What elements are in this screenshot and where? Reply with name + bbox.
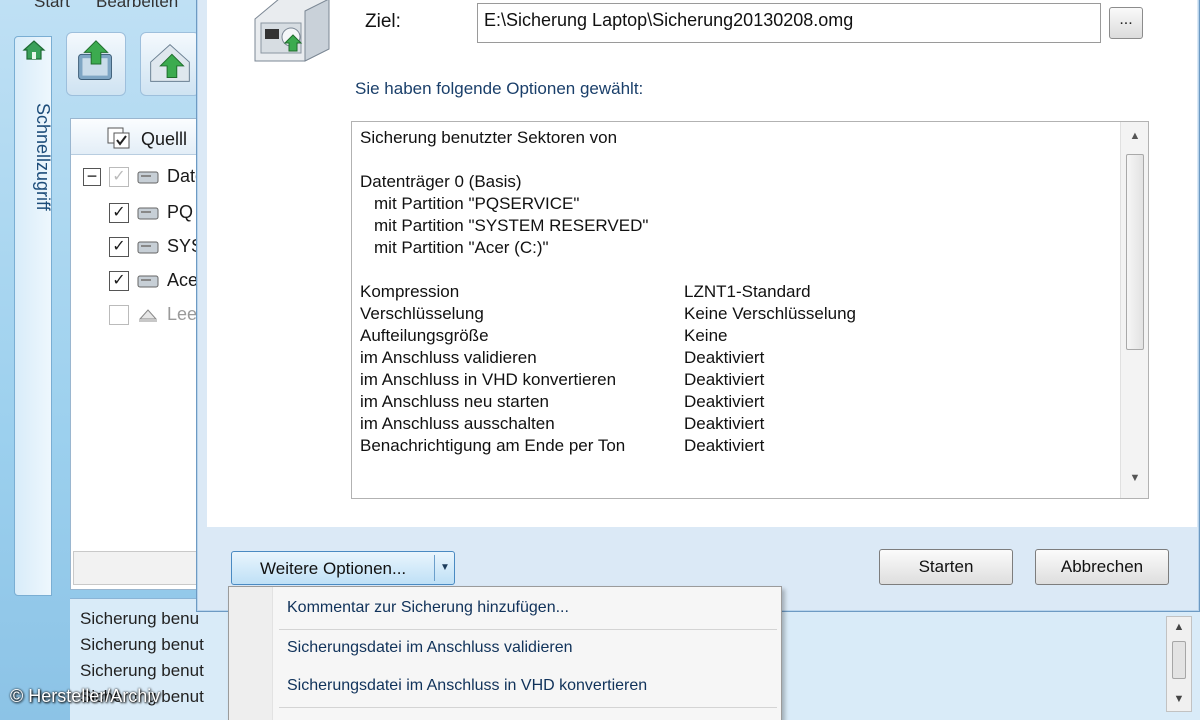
tree-row[interactable]: ✓ Ace bbox=[71, 267, 203, 297]
menu-separator bbox=[279, 707, 777, 708]
disk-icon bbox=[137, 171, 159, 184]
option-value: Deaktiviert bbox=[684, 348, 765, 367]
scrollbar-thumb[interactable] bbox=[1172, 641, 1186, 679]
summary-partition: mit Partition "SYSTEM RESERVED" bbox=[374, 216, 649, 235]
scroll-down-icon[interactable]: ▼ bbox=[1167, 693, 1191, 705]
option-key: Kompression bbox=[360, 282, 460, 301]
source-panel: Quelll − ✓ Date ✓ PQ ✓ SYS ✓ Ace Lee bbox=[70, 118, 205, 590]
cancel-button[interactable]: Abbrechen bbox=[1035, 549, 1169, 585]
scroll-up-icon[interactable]: ▲ bbox=[1167, 621, 1191, 633]
restore-button[interactable] bbox=[140, 32, 200, 96]
split-divider bbox=[434, 555, 435, 581]
status-line: Sicherung benu bbox=[80, 609, 200, 628]
summary-partition: mit Partition "Acer (C:)" bbox=[374, 238, 549, 257]
scroll-up-icon[interactable]: ▲ bbox=[1121, 130, 1149, 142]
tree-row[interactable]: − ✓ Date bbox=[71, 163, 205, 193]
option-value: Deaktiviert bbox=[684, 392, 765, 411]
tree-item-label: PQ bbox=[167, 202, 194, 222]
backup-drive-icon bbox=[254, 0, 330, 62]
menu-item-convert-vhd[interactable]: Sicherungsdatei im Anschluss in VHD konv… bbox=[287, 677, 647, 695]
copyright-watermark: © Hersteller/Archiv bbox=[10, 686, 161, 706]
status-line: Sicherung benut bbox=[80, 661, 204, 680]
toolbar bbox=[66, 32, 206, 102]
backup-drive-icon bbox=[78, 40, 112, 80]
option-key: im Anschluss ausschalten bbox=[360, 414, 555, 433]
browse-button[interactable]: ... bbox=[1109, 7, 1143, 39]
restore-drive-icon bbox=[150, 44, 190, 82]
status-line: Sicherung benut bbox=[80, 635, 204, 654]
disk-icon bbox=[137, 207, 159, 220]
select-all-icon[interactable] bbox=[107, 127, 131, 149]
quick-access-label: Schnellzugriff bbox=[33, 103, 53, 211]
summary-partition: mit Partition "PQSERVICE" bbox=[374, 194, 580, 213]
tree-checkbox[interactable]: ✓ bbox=[109, 203, 129, 223]
tree-row[interactable]: Lee bbox=[71, 301, 203, 331]
menu-icon-gutter bbox=[229, 587, 273, 720]
options-summary: Sicherung benutzter Sektoren von Datentr… bbox=[351, 121, 1149, 499]
quick-access-tab[interactable]: Schnellzugriff bbox=[14, 36, 53, 596]
unallocated-space-icon bbox=[138, 309, 158, 322]
option-key: im Anschluss validieren bbox=[360, 348, 537, 367]
menu-item-add-comment[interactable]: Kommentar zur Sicherung hinzufügen... bbox=[287, 599, 569, 617]
option-key: im Anschluss in VHD konvertieren bbox=[360, 370, 617, 389]
tree-item-label: Ace bbox=[167, 270, 199, 290]
backup-dialog: Ziel: E:\Sicherung Laptop\Sicherung20130… bbox=[196, 0, 1200, 612]
tree-checkbox[interactable]: ✓ bbox=[109, 237, 129, 257]
tree-checkbox bbox=[109, 305, 129, 325]
more-options-label: Weitere Optionen... bbox=[260, 559, 407, 578]
target-path-field[interactable]: E:\Sicherung Laptop\Sicherung20130208.om… bbox=[477, 3, 1101, 43]
home-icon bbox=[22, 40, 46, 60]
option-value: Keine Verschlüsselung bbox=[684, 304, 857, 323]
option-key: Verschlüsselung bbox=[360, 304, 484, 323]
disk-icon bbox=[137, 275, 159, 288]
tree-checkbox: ✓ bbox=[109, 167, 129, 187]
status-scrollbar[interactable]: ▲ ▼ bbox=[1166, 616, 1192, 712]
backup-button[interactable] bbox=[66, 32, 126, 96]
option-value: LZNT1-Standard bbox=[684, 282, 811, 301]
option-value: Deaktiviert bbox=[684, 414, 765, 433]
more-options-menu: Kommentar zur Sicherung hinzufügen... Si… bbox=[228, 586, 782, 720]
summary-scrollbar[interactable]: ▲ ▼ bbox=[1120, 122, 1148, 498]
tree-expander[interactable]: − bbox=[83, 167, 101, 186]
horizontal-scrollbar[interactable] bbox=[73, 551, 199, 585]
option-key: im Anschluss neu starten bbox=[360, 392, 549, 411]
tree-checkbox[interactable]: ✓ bbox=[109, 271, 129, 291]
more-options-button[interactable]: Weitere Optionen... ▼ bbox=[231, 551, 455, 585]
menu-separator bbox=[279, 629, 777, 630]
summary-intro: Sicherung benutzter Sektoren von bbox=[360, 128, 618, 147]
summary-disk: Datenträger 0 (Basis) bbox=[360, 172, 522, 191]
source-panel-title: Quelll bbox=[141, 129, 188, 149]
scroll-down-icon[interactable]: ▼ bbox=[1121, 472, 1149, 484]
dialog-content: Ziel: E:\Sicherung Laptop\Sicherung20130… bbox=[207, 0, 1197, 527]
target-label: Ziel: bbox=[365, 11, 401, 32]
option-key: Benachrichtigung am Ende per Ton bbox=[360, 436, 626, 455]
menu-item-validate[interactable]: Sicherungsdatei im Anschluss validieren bbox=[287, 639, 572, 657]
disk-icon bbox=[137, 241, 159, 254]
start-button[interactable]: Starten bbox=[879, 549, 1013, 585]
option-key: Aufteilungsgröße bbox=[360, 326, 489, 345]
menu-bearbeiten[interactable]: Bearbeiten bbox=[96, 0, 178, 12]
chevron-down-icon[interactable]: ▼ bbox=[436, 552, 454, 584]
options-heading: Sie haben folgende Optionen gewählt: bbox=[355, 79, 644, 98]
tree-row[interactable]: ✓ PQ bbox=[71, 199, 203, 229]
tree-item-label: Lee bbox=[167, 304, 198, 324]
source-panel-header: Quelll bbox=[71, 119, 203, 155]
option-value: Deaktiviert bbox=[684, 436, 765, 455]
menu-start[interactable]: Start bbox=[34, 0, 70, 12]
tree-row[interactable]: ✓ SYS bbox=[71, 233, 203, 263]
option-value: Deaktiviert bbox=[684, 370, 765, 389]
option-value: Keine bbox=[684, 326, 728, 345]
scrollbar-thumb[interactable] bbox=[1126, 154, 1144, 350]
